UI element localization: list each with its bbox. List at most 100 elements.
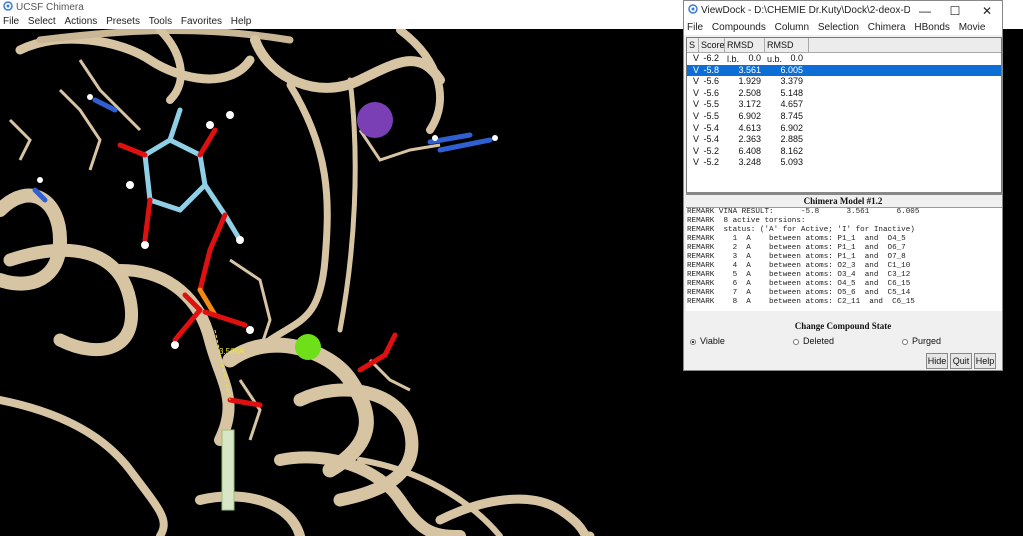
remark-line: REMARK 1 A between atoms: P1_1 and O4_5 [687, 235, 906, 244]
cell-score: -5.2 [703, 157, 719, 168]
cell-rmsd-ub: 4.657 [780, 99, 803, 110]
help-button[interactable]: Help [974, 353, 996, 369]
state-purged-label: Purged [912, 336, 942, 346]
cell-status: V [693, 111, 700, 121]
viewdock-menubar: File Compounds Column Selection Chimera … [684, 21, 1002, 35]
state-deleted-label: Deleted [803, 336, 835, 346]
remark-line: REMARK 7 A between atoms: O5_6 and C5_14 [687, 289, 911, 298]
cell-rmsd-lb: 4.613 [738, 122, 761, 133]
remark-line: REMARK 8 active torsions: [687, 217, 806, 226]
cell-rmsd-ub: 8.745 [780, 111, 803, 121]
menu-file[interactable]: File [0, 15, 22, 29]
table-header: S Score RMSD l.b. RMSD u.b. [687, 38, 1001, 64]
cell-rmsd-lb: 6.902 [738, 111, 761, 121]
cell-status: V [693, 157, 700, 168]
column-header-rmsd-ub[interactable]: RMSD u.b. [765, 38, 809, 64]
menu-presets[interactable]: Presets [103, 15, 143, 29]
cell-rmsd-ub: 2.885 [780, 134, 803, 145]
cell-score: -5.8 [703, 64, 719, 75]
vd-menu-selection[interactable]: Selection [815, 21, 862, 35]
table-row[interactable]: V -5.2 3.248 5.093 [687, 157, 1001, 169]
cell-status: V [693, 53, 700, 63]
table-row[interactable]: V -5.6 1.929 3.379 [687, 76, 1001, 88]
table-row[interactable]: V -5.5 3.172 4.657 [687, 99, 1001, 111]
state-viable-radio[interactable]: Viable [690, 336, 725, 346]
cell-score: -5.6 [703, 76, 719, 87]
remark-text-area[interactable]: REMARK VINA RESULT: -5.8 3.561 6.005 REMA… [686, 207, 1002, 311]
cell-status: V [693, 134, 700, 145]
minimize-icon[interactable]: — [910, 1, 940, 21]
cell-score: -6.2 [703, 53, 719, 63]
cell-rmsd-lb: 1.929 [738, 76, 761, 87]
hide-button[interactable]: Hide [926, 353, 948, 369]
vd-menu-column[interactable]: Column [772, 21, 812, 35]
remark-line: REMARK VINA RESULT: -5.8 3.561 6.005 [687, 208, 920, 216]
table-row[interactable]: V -5.5 6.902 8.745 [687, 111, 1001, 123]
protein-ribbon [0, 29, 595, 536]
remark-line: REMARK 3 A between atoms: P1_1 and O7_8 [687, 253, 906, 262]
cell-score: -5.6 [703, 87, 719, 98]
cell-rmsd-ub: 6.902 [780, 122, 803, 133]
model-title: Chimera Model #1.2 [803, 196, 883, 206]
state-purged-radio[interactable]: Purged [902, 336, 941, 346]
table-row[interactable]: V -5.8 3.561 6.005 [687, 64, 1001, 77]
menu-actions[interactable]: Actions [61, 15, 100, 29]
cell-rmsd-ub: 5.148 [780, 87, 803, 98]
cell-rmsd-lb: 2.508 [738, 87, 761, 98]
cell-rmsd-lb: 3.561 [738, 64, 761, 75]
change-state-title: Change Compound State [794, 321, 892, 331]
cell-score: -5.5 [703, 111, 719, 121]
column-header-score[interactable]: Score [699, 38, 725, 52]
chloride-ion [295, 334, 321, 360]
radio-icon [902, 339, 908, 345]
remark-line: REMARK 8 A between atoms: C2_11 and C6_1… [687, 298, 915, 307]
cell-rmsd-lb: 2.363 [738, 134, 761, 145]
table-row[interactable]: V -5.6 2.508 5.148 [687, 88, 1001, 100]
column-header-status[interactable]: S [687, 38, 699, 52]
vd-menu-chimera[interactable]: Chimera [865, 21, 909, 35]
cell-rmsd-ub: 3.379 [780, 76, 803, 87]
remark-line: REMARK 6 A between atoms: O4_5 and C6_15 [687, 280, 911, 289]
vd-menu-movie[interactable]: Movie [956, 21, 989, 35]
cell-score: -5.4 [703, 122, 719, 133]
table-row[interactable]: V -5.4 2.363 2.885 [687, 134, 1001, 146]
cell-rmsd-ub: 8.162 [780, 145, 803, 156]
maximize-icon[interactable]: ☐ [940, 1, 970, 21]
chimera-app-icon [688, 4, 698, 14]
cell-score: -5.2 [703, 145, 719, 156]
cell-rmsd-lb: 3.172 [738, 99, 761, 110]
vd-menu-file[interactable]: File [684, 21, 706, 35]
table-row[interactable]: V -5.4 4.613 6.902 [687, 123, 1001, 135]
viewdock-titlebar: ViewDock - D:\CHEMIE Dr.Kuty\Dock\2-deox… [684, 1, 1002, 21]
radio-icon [793, 339, 799, 345]
cell-status: V [693, 145, 700, 156]
menu-favorites[interactable]: Favorites [178, 15, 225, 29]
vd-menu-compounds[interactable]: Compounds [709, 21, 769, 35]
cell-status: V [693, 87, 700, 98]
cell-status: V [693, 76, 700, 87]
radio-selected-icon [690, 339, 696, 345]
potassium-ion [357, 102, 393, 138]
cell-rmsd-ub: 5.093 [780, 157, 803, 168]
menu-help[interactable]: Help [228, 15, 255, 29]
table-row[interactable]: V -6.2 0.0 0.0 [687, 53, 1001, 65]
menu-select[interactable]: Select [25, 15, 59, 29]
column-header-rmsd-lb[interactable]: RMSD l.b. [725, 38, 765, 64]
chimera-title: UCSF Chimera [16, 2, 84, 13]
cell-rmsd-lb: 0.0 [748, 53, 761, 63]
viewdock-window: ViewDock - D:\CHEMIE Dr.Kuty\Dock\2-deox… [683, 0, 1003, 371]
close-icon[interactable]: ✕ [972, 1, 1002, 21]
cell-rmsd-ub: 6.005 [780, 64, 803, 75]
chimera-app-icon [3, 1, 13, 11]
cell-status: V [693, 64, 700, 75]
menu-tools[interactable]: Tools [146, 15, 175, 29]
remark-line: REMARK 4 A between atoms: O2_3 and C1_10 [687, 262, 911, 271]
compound-table[interactable]: S Score RMSD l.b. RMSD u.b. V -6.2 0.0 0.0 V… [686, 37, 1002, 193]
cell-rmsd-lb: 3.248 [738, 157, 761, 168]
state-deleted-radio[interactable]: Deleted [793, 336, 834, 346]
quit-button[interactable]: Quit [950, 353, 972, 369]
remark-line: REMARK status: ('A' for Active; 'I' for … [687, 226, 915, 235]
vd-menu-hbonds[interactable]: HBonds [911, 21, 953, 35]
table-row[interactable]: V -5.2 6.408 8.162 [687, 146, 1001, 158]
cell-rmsd-ub: 0.0 [790, 53, 803, 63]
